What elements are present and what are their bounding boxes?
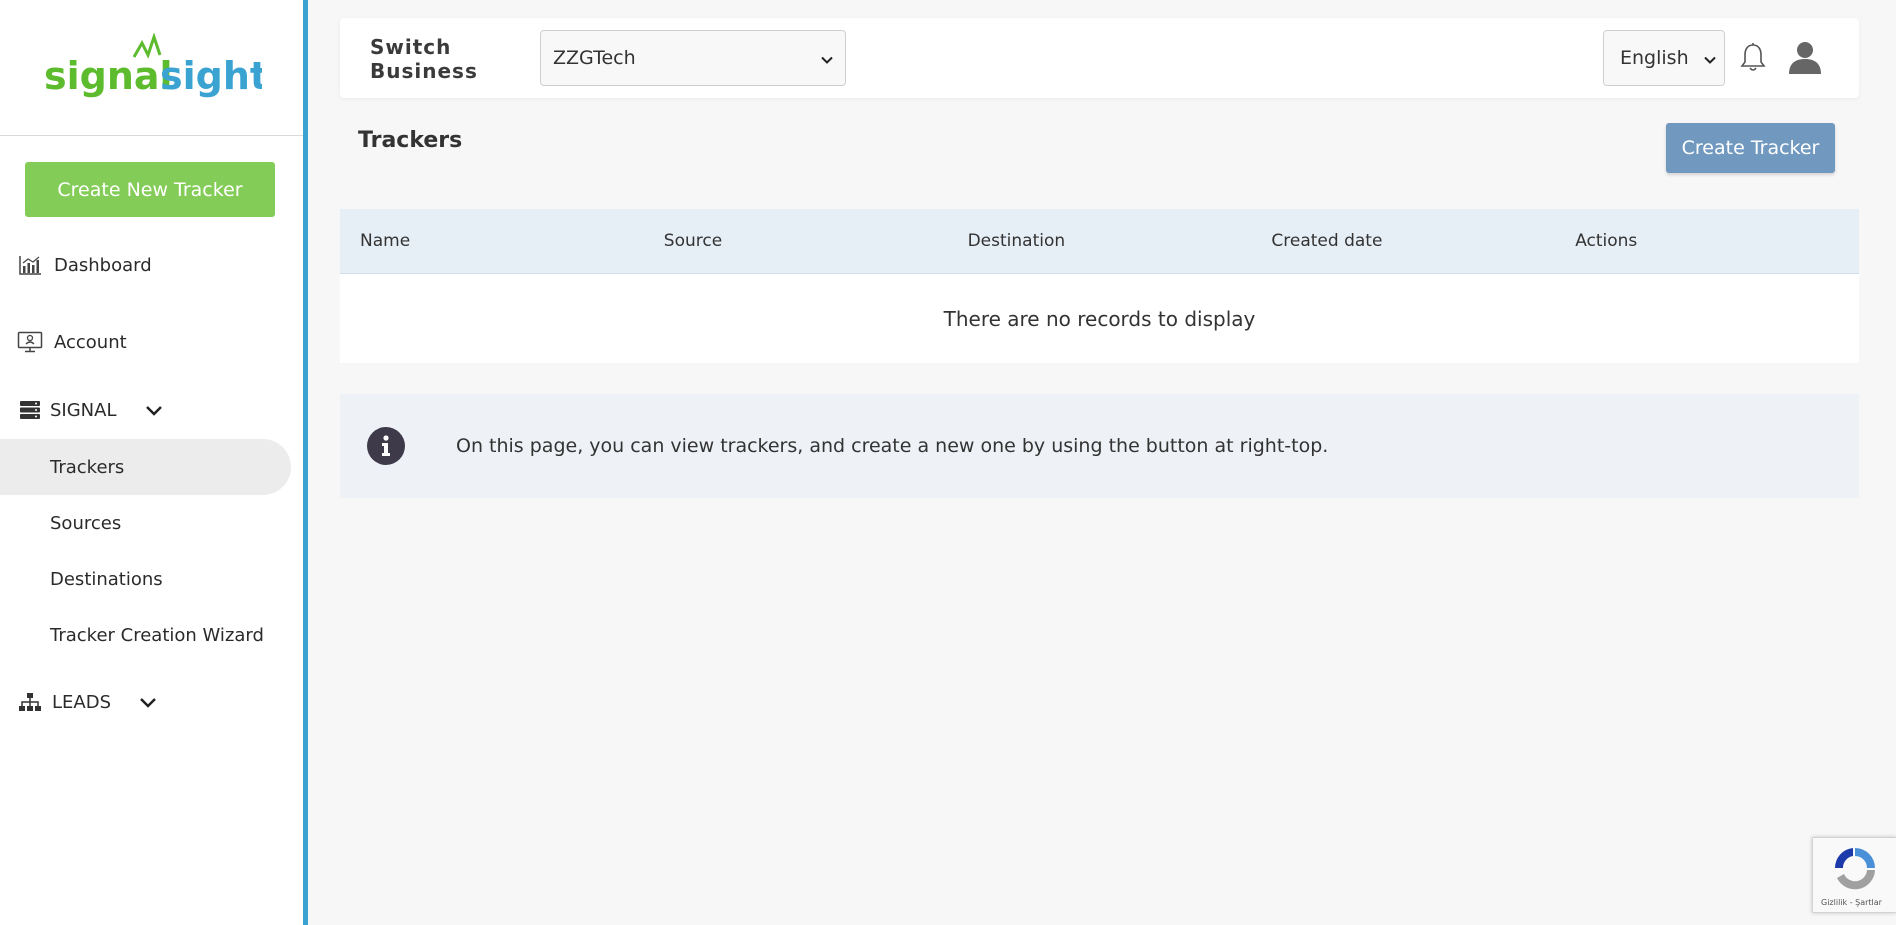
sidebar: signal sight Create New Tracker Dashboar… bbox=[0, 0, 308, 925]
sidebar-section-signal-label: SIGNAL bbox=[50, 399, 117, 421]
sidebar-item-dashboard[interactable]: Dashboard bbox=[0, 239, 300, 291]
logo-text-sight: sight bbox=[160, 54, 262, 98]
sidebar-item-tracker-creation-wizard-label: Tracker Creation Wizard bbox=[50, 624, 264, 646]
switch-business-label-line2: Business bbox=[370, 59, 478, 83]
table-empty-message: There are no records to display bbox=[340, 274, 1859, 363]
page-title: Trackers bbox=[358, 128, 463, 153]
business-select-value: ZZGTech bbox=[553, 47, 636, 69]
column-header-created-date[interactable]: Created date bbox=[1251, 231, 1555, 251]
column-header-name[interactable]: Name bbox=[340, 231, 644, 251]
language-select-value: English bbox=[1620, 47, 1689, 69]
user-avatar-icon[interactable] bbox=[1787, 40, 1823, 78]
recaptcha-badge[interactable]: Gizlilik - Şartlar bbox=[1812, 837, 1896, 913]
sidebar-item-destinations-label: Destinations bbox=[50, 568, 163, 590]
sidebar-section-leads[interactable]: LEADS bbox=[0, 676, 300, 728]
sidebar-section-signal[interactable]: SIGNAL bbox=[0, 384, 300, 436]
info-box: On this page, you can view trackers, and… bbox=[340, 394, 1859, 498]
info-icon bbox=[366, 426, 406, 466]
sidebar-item-trackers[interactable]: Trackers bbox=[0, 439, 291, 495]
sidebar-item-tracker-creation-wizard[interactable]: Tracker Creation Wizard bbox=[0, 607, 264, 663]
chevron-down-icon[interactable] bbox=[139, 696, 157, 708]
column-header-actions: Actions bbox=[1575, 231, 1638, 251]
info-text: On this page, you can view trackers, and… bbox=[456, 435, 1329, 457]
sidebar-item-account-label: Account bbox=[54, 331, 127, 353]
create-tracker-button[interactable]: Create Tracker bbox=[1666, 123, 1835, 173]
switch-business-label-line1: Switch bbox=[370, 35, 452, 59]
bell-icon[interactable] bbox=[1740, 42, 1766, 78]
sidebar-item-account[interactable]: Account bbox=[0, 316, 300, 368]
chevron-down-icon[interactable] bbox=[145, 404, 163, 416]
sidebar-item-trackers-label: Trackers bbox=[50, 456, 125, 478]
chart-icon bbox=[16, 251, 44, 279]
switch-business-label: Switch Business bbox=[370, 35, 500, 83]
signalsight-logo[interactable]: signal sight bbox=[0, 0, 303, 136]
monitor-icon bbox=[16, 328, 44, 356]
business-select[interactable]: ZZGTech bbox=[540, 30, 846, 86]
language-select[interactable]: English bbox=[1603, 30, 1725, 86]
column-header-destination[interactable]: Destination bbox=[948, 231, 1252, 251]
logo-text-signal: signal bbox=[44, 54, 173, 98]
chevron-down-icon bbox=[1704, 47, 1716, 69]
recaptcha-icon bbox=[1834, 848, 1875, 890]
column-header-source[interactable]: Source bbox=[644, 231, 948, 251]
table-header: Name Source Destination Created date Act… bbox=[340, 209, 1859, 274]
sidebar-section-leads-label: LEADS bbox=[52, 691, 112, 713]
chevron-down-icon bbox=[821, 47, 833, 69]
sidebar-item-dashboard-label: Dashboard bbox=[54, 254, 152, 276]
create-new-tracker-button[interactable]: Create New Tracker bbox=[25, 162, 275, 217]
sidebar-item-destinations[interactable]: Destinations bbox=[0, 551, 163, 607]
sidebar-item-sources[interactable]: Sources bbox=[0, 495, 121, 551]
trackers-table: Name Source Destination Created date Act… bbox=[340, 209, 1859, 363]
sidebar-item-sources-label: Sources bbox=[50, 512, 122, 534]
topbar: Switch Business ZZGTech English bbox=[340, 18, 1859, 98]
recaptcha-text[interactable]: Gizlilik - Şartlar bbox=[1821, 898, 1882, 907]
sitemap-icon bbox=[16, 688, 44, 716]
server-icon bbox=[16, 396, 44, 424]
